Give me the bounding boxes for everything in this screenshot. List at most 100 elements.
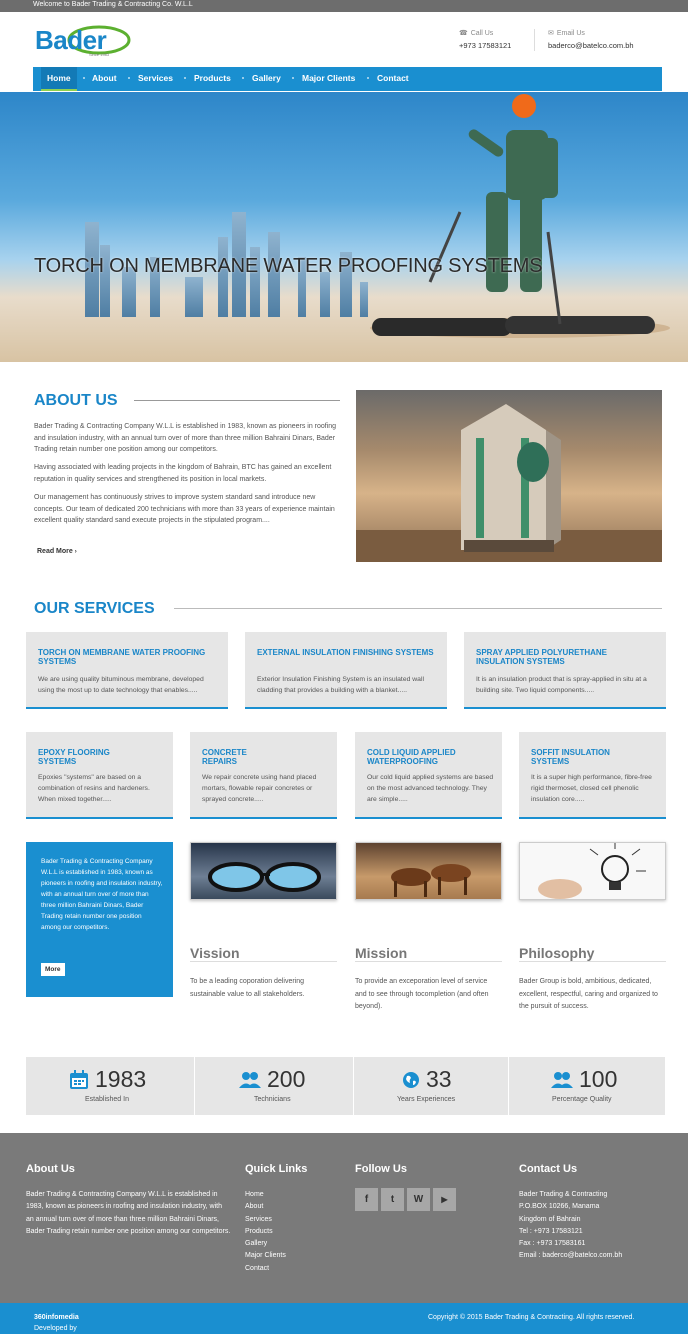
footer: About Us Bader Trading & Contracting Com…: [0, 1133, 688, 1303]
call-label: Call Us: [470, 29, 494, 37]
vision-divider: [190, 961, 337, 962]
service-card[interactable]: EPOXY FLOORING SYSTEMS Epoxies "systems"…: [26, 732, 173, 819]
stat-label: Years Experiences: [397, 1096, 456, 1103]
about-paragraph-1: Bader Trading & Contracting Company W.L.…: [34, 423, 337, 453]
horses-illustration: [391, 864, 471, 897]
mission-divider: [355, 961, 502, 962]
stat-experience: 33 Years Experiences: [354, 1057, 508, 1115]
contact-divider: [534, 29, 535, 51]
envelope-icon: ✉: [548, 30, 554, 37]
service-card-title: SPRAY APPLIED POLYURETHANE INSULATION SY…: [476, 648, 607, 666]
nav-separator: [128, 77, 130, 79]
top-bar: Welcome to Bader Trading & Contracting C…: [0, 0, 688, 12]
service-card[interactable]: COLD LIQUID APPLIED WATERPROOFING Our co…: [355, 732, 502, 819]
footer-contact-details: Bader Trading & Contracting P.O.BOX 1026…: [519, 1189, 679, 1263]
footer-link-home[interactable]: Home: [245, 1189, 286, 1201]
contact-country: Kingdom of Bahrain: [519, 1215, 581, 1223]
facebook-icon[interactable]: f: [355, 1188, 378, 1211]
hero-worker-illustration: [370, 94, 670, 338]
nav-major-clients[interactable]: Major Clients: [302, 67, 355, 91]
email-us: ✉ Email Us baderco@batelco.com.bh: [548, 29, 634, 51]
nav-products[interactable]: Products: [194, 67, 231, 91]
wordpress-icon[interactable]: W: [407, 1188, 430, 1211]
mission-image: [355, 842, 502, 900]
service-card-text: Exterior Insulation Finishing System is …: [257, 676, 424, 694]
philosophy-text: Bader Group is bold, ambitious, dedicate…: [519, 978, 658, 1010]
copyright-text: Copyright © 2015 Bader Trading & Contrac…: [428, 1314, 635, 1321]
nav-separator: [242, 77, 244, 79]
stat-label: Technicians: [254, 1096, 291, 1103]
footer-contact-heading: Contact Us: [519, 1163, 578, 1175]
chevron-right-icon: ›: [74, 549, 77, 555]
vision-image: [190, 842, 337, 900]
footer-link-gallery[interactable]: Gallery: [245, 1238, 286, 1250]
contact-email[interactable]: Email : baderco@batelco.com.bh: [519, 1250, 679, 1262]
footer-link-contact[interactable]: Contact: [245, 1263, 286, 1275]
stat-quality: 100 Percentage Quality: [509, 1057, 665, 1115]
stat-label: Established In: [85, 1096, 129, 1103]
company-building-image: [356, 390, 662, 562]
stat-number: 200: [267, 1066, 306, 1092]
nav-gallery[interactable]: Gallery: [252, 67, 281, 91]
service-card[interactable]: EXTERNAL INSULATION FINISHING SYSTEMS Ex…: [245, 632, 447, 709]
footer-about-text: Bader Trading & Contracting Company W.L.…: [26, 1191, 231, 1235]
service-card[interactable]: TORCH ON MEMBRANE WATER PROOFING SYSTEMS…: [26, 632, 228, 709]
read-more-link[interactable]: Read More ›: [37, 548, 77, 555]
stat-number: 33: [426, 1066, 452, 1092]
logo-since: Since 1983: [89, 52, 110, 57]
footer-follow-heading: Follow Us: [355, 1163, 407, 1175]
nav-contact[interactable]: Contact: [377, 67, 409, 91]
about-paragraph-2: Having associated with leading projects …: [34, 464, 332, 483]
stat-number: 1983: [95, 1066, 147, 1092]
nav-separator: [292, 77, 294, 79]
stat-technicians: 200 Technicians: [195, 1057, 353, 1115]
footer-link-services[interactable]: Services: [245, 1214, 286, 1226]
headset-icon: ☎: [459, 30, 468, 37]
logo[interactable]: Bader Since 1983: [33, 24, 133, 60]
company-intro-box: Bader Trading & Contracting Company W.L.…: [26, 842, 173, 997]
footer-link-major-clients[interactable]: Major Clients: [245, 1250, 286, 1262]
vision-title: Vission: [190, 945, 240, 961]
hero-title: TORCH ON MEMBRANE WATER PROOFING SYSTEMS: [34, 255, 543, 277]
glasses-illustration: [208, 862, 321, 892]
nav-services[interactable]: Services: [138, 67, 173, 91]
stat-label: Percentage Quality: [552, 1096, 612, 1103]
footer-link-about[interactable]: About: [245, 1201, 286, 1213]
philosophy-title: Philosophy: [519, 945, 595, 961]
contact-company: Bader Trading & Contracting: [519, 1191, 608, 1198]
welcome-text: Welcome to Bader Trading & Contracting C…: [33, 1, 193, 8]
service-card-text: It is an insulation product that is spra…: [476, 676, 647, 694]
twitter-icon[interactable]: t: [381, 1188, 404, 1211]
service-card[interactable]: SPRAY APPLIED POLYURETHANE INSULATION SY…: [464, 632, 666, 709]
about-paragraph-3: Our management has continuously strives …: [34, 494, 335, 524]
youtube-icon[interactable]: ▶: [433, 1188, 456, 1211]
footer-about-heading: About Us: [26, 1163, 75, 1175]
service-card-title: CONCRETE REPAIRS: [202, 748, 247, 766]
stats-bar: 1983 Established In 200 Technicians 33 Y…: [26, 1057, 665, 1115]
call-us: ☎ Call Us +973 17583121: [459, 29, 511, 51]
service-card-text: Our cold liquid applied systems are base…: [367, 774, 494, 803]
service-card-text: We are using quality bituminous membrane…: [38, 676, 204, 694]
vision-text: To be a leading coporation delivering su…: [190, 978, 305, 998]
mission-text: To provide an exceporation level of serv…: [355, 978, 489, 1010]
service-card-text: It is a super high performance, fibre-fr…: [531, 774, 652, 803]
nav-home[interactable]: Home: [41, 67, 77, 91]
developer-link[interactable]: 360infomedia: [34, 1314, 79, 1321]
service-card[interactable]: CONCRETE REPAIRS We repair concrete usin…: [190, 732, 337, 819]
bottom-bar: Developed by 360infomedia Copyright © 20…: [0, 1303, 688, 1334]
email-address[interactable]: baderco@batelco.com.bh: [548, 41, 634, 50]
developed-by-prefix: Developed by: [34, 1325, 77, 1332]
header: Bader Since 1983 ☎ Call Us +973 17583121 …: [0, 12, 688, 67]
footer-link-products[interactable]: Products: [245, 1226, 286, 1238]
call-number[interactable]: +973 17583121: [459, 41, 511, 50]
footer-quick-links-heading: Quick Links: [245, 1163, 308, 1175]
nav-separator: [367, 77, 369, 79]
more-button[interactable]: More: [41, 963, 65, 976]
mission-title: Mission: [355, 945, 408, 961]
globe-icon: [403, 1071, 419, 1088]
service-card[interactable]: SOFFIT INSULATION SYSTEMS It is a super …: [519, 732, 666, 819]
philosophy-divider: [519, 961, 666, 962]
service-card-text: Epoxies "systems" are based on a combina…: [38, 774, 150, 803]
nav-about[interactable]: About: [92, 67, 117, 91]
users-icon: [239, 1071, 261, 1088]
